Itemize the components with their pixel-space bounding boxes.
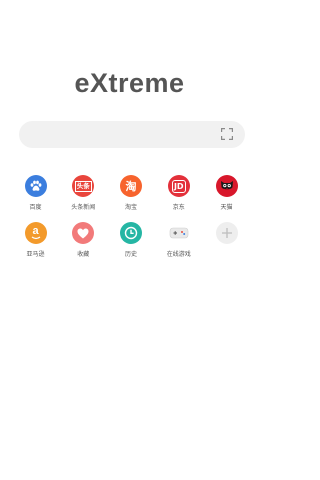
app-logo: eXtreme — [74, 68, 185, 98]
shortcut-label: 头条新闻 — [71, 204, 96, 211]
shortcut-baidu[interactable]: 百度 — [12, 175, 59, 211]
add-shortcut-button[interactable] — [203, 222, 250, 258]
taobao-icon: 淘 — [120, 175, 142, 197]
heart-icon — [72, 222, 95, 244]
shortcut-label: 历史 — [124, 251, 137, 258]
shortcut-taobao[interactable]: 淘 淘宝 — [108, 175, 155, 211]
jd-icon: JD — [167, 175, 190, 197]
shortcut-label: 京东 — [172, 204, 185, 211]
shortcut-label: 百度 — [29, 204, 42, 211]
add-icon — [215, 222, 238, 244]
shortcut-label: 在线游戏 — [166, 251, 191, 258]
baidu-paw-icon — [24, 175, 47, 197]
shortcut-amazon[interactable]: a 亚马逊 — [12, 222, 59, 258]
shortcut-toutiao[interactable]: 头条 头条新闻 — [60, 175, 107, 211]
shortcut-history[interactable]: 历史 — [108, 222, 155, 258]
amazon-icon: a — [24, 222, 47, 244]
shortcut-online-games[interactable]: 在线游戏 — [155, 222, 202, 258]
shortcut-favorites[interactable]: 收藏 — [60, 222, 107, 258]
shortcut-label: 收藏 — [77, 251, 90, 258]
shortcut-label: 淘宝 — [124, 204, 137, 211]
search-bar[interactable] — [19, 121, 245, 148]
shortcut-label: 亚马逊 — [26, 251, 45, 258]
clock-icon — [120, 222, 142, 244]
shortcut-tmall[interactable]: 天猫 — [203, 175, 250, 211]
shortcut-jd[interactable]: JD 京东 — [155, 175, 202, 211]
gamepad-icon — [168, 222, 190, 244]
shortcut-grid: 百度 头条 头条新闻 淘 淘宝 JD 京东 天猫 a 亚马逊 收藏 历史 在线游… — [12, 175, 250, 258]
scan-frame-icon[interactable] — [221, 128, 233, 140]
toutiao-icon: 头条 — [72, 175, 95, 197]
shortcut-label: 天猫 — [220, 204, 233, 211]
tmall-cat-icon — [215, 175, 238, 197]
